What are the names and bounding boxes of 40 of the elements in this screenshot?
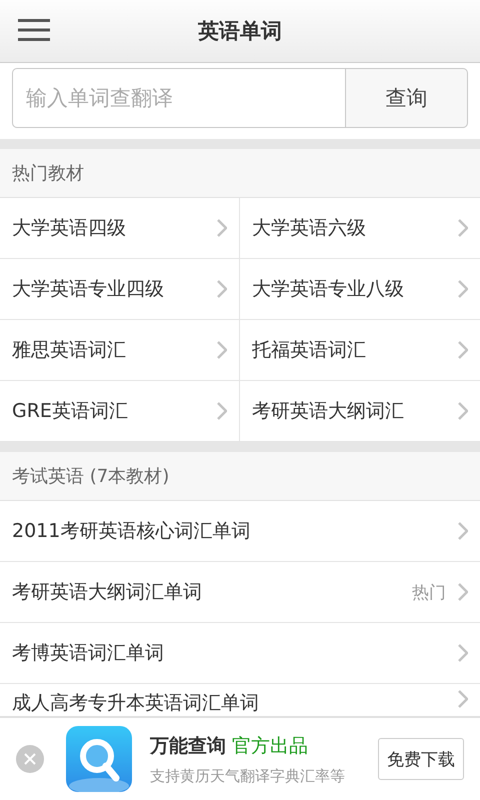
chevron-icon	[217, 341, 227, 359]
official-tag: 官方出品	[232, 732, 308, 758]
chevron-icon	[217, 280, 227, 298]
chevron-icon	[458, 690, 468, 708]
chevron-icon	[458, 341, 468, 359]
menu-icon[interactable]	[18, 18, 50, 42]
textbook-row[interactable]: 成人高考专升本英语词汇单词	[0, 684, 480, 716]
textbook-item[interactable]: 大学英语六级	[240, 198, 480, 259]
app-name: 万能查询	[150, 734, 226, 758]
chevron-icon	[458, 522, 468, 540]
section-title: 热门教材	[12, 162, 84, 185]
hot-label: 热门	[412, 582, 446, 604]
download-button[interactable]: 免费下载	[378, 738, 464, 780]
chevron-icon	[217, 219, 227, 237]
textbook-row[interactable]: 2011考研英语核心词汇单词	[0, 501, 480, 562]
search-field[interactable]: 输入单词查翻译	[12, 68, 345, 128]
section-title: 考试英语 (7本教材)	[12, 465, 170, 488]
textbook-title: 考研英语大纲词汇单词	[12, 580, 203, 605]
magnifier-app-icon[interactable]	[66, 726, 132, 792]
app-description: 支持黄历天气翻译字典汇率等	[150, 766, 346, 786]
chevron-icon	[458, 583, 468, 601]
textbook-row[interactable]: 考博英语词汇单词	[0, 623, 480, 684]
chevron-icon	[217, 402, 227, 420]
textbook-item[interactable]: 雅思英语词汇	[0, 320, 240, 381]
textbook-row[interactable]: 考研英语大纲词汇单词 热门	[0, 562, 480, 623]
close-icon	[23, 752, 37, 766]
textbook-item[interactable]: 托福英语词汇	[240, 320, 480, 381]
chevron-icon	[458, 280, 468, 298]
page-title: 英语单词	[198, 18, 282, 45]
close-button[interactable]	[16, 745, 44, 773]
search-button[interactable]: 查询	[345, 68, 468, 128]
textbook-item[interactable]: 大学英语专业四级	[0, 259, 240, 320]
chevron-icon	[458, 219, 468, 237]
chevron-icon	[458, 644, 468, 662]
chevron-icon	[458, 402, 468, 420]
textbook-item[interactable]: 大学英语四级	[0, 198, 240, 259]
textbook-title: 成人高考专升本英语词汇单词	[12, 691, 260, 716]
textbook-item[interactable]: 大学英语专业八级	[240, 259, 480, 320]
textbook-title: 2011考研英语核心词汇单词	[12, 519, 252, 544]
textbook-title: 考博英语词汇单词	[12, 641, 165, 666]
